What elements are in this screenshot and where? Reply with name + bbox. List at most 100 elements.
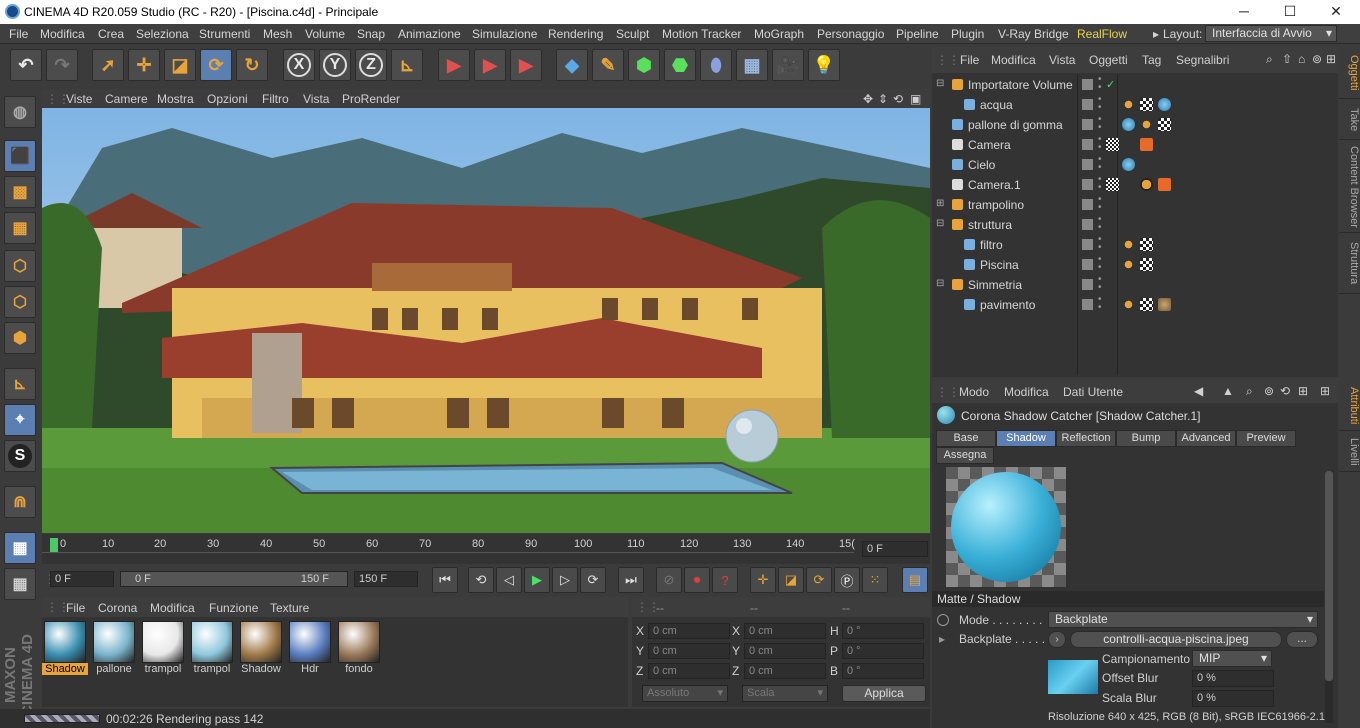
- viewport-render[interactable]: [42, 108, 930, 533]
- object-row[interactable]: Cielo • •: [932, 155, 1338, 175]
- layer-swatch-icon[interactable]: [1082, 299, 1093, 310]
- start-frame-field[interactable]: 0 F: [50, 571, 114, 587]
- maximize-viewport-icon[interactable]: ▣: [910, 92, 921, 106]
- mode-select[interactable]: Backplate ▾: [1048, 611, 1318, 628]
- layer-swatch-icon[interactable]: [1082, 259, 1093, 270]
- render-view-button[interactable]: ▶: [438, 49, 470, 81]
- object-menu-tag[interactable]: Tag: [1142, 53, 1161, 67]
- checker-tag-icon[interactable]: [1158, 118, 1171, 131]
- key-scale-button[interactable]: ◪: [778, 567, 804, 593]
- z-axis-button[interactable]: Z: [355, 49, 387, 81]
- deformer-button[interactable]: ⬮: [700, 49, 732, 81]
- key-rotation-button[interactable]: ⟳: [806, 567, 832, 593]
- floor-button[interactable]: ▦: [736, 49, 768, 81]
- material-swatch[interactable]: fondo: [336, 621, 382, 677]
- layer-swatch-icon[interactable]: [1082, 279, 1093, 290]
- coord-position-field[interactable]: 0 cm: [648, 663, 730, 679]
- menu-modifica[interactable]: Modifica: [40, 27, 85, 41]
- protection-tag-icon[interactable]: [1106, 178, 1119, 191]
- tab-advanced[interactable]: Advanced: [1176, 430, 1236, 447]
- browse-button[interactable]: ...: [1286, 631, 1318, 648]
- side-tab-take[interactable]: Take: [1339, 100, 1360, 140]
- expand-arrow-icon[interactable]: ▸: [939, 632, 945, 646]
- tweak-mode-button[interactable]: ⌖: [4, 404, 36, 436]
- side-tab-struttura[interactable]: Struttura: [1339, 234, 1360, 294]
- object-row[interactable]: ⊞ trampolino • •: [932, 195, 1338, 215]
- check-icon[interactable]: ✓: [1106, 78, 1119, 91]
- expand-toggle-icon[interactable]: ⊞: [936, 198, 944, 209]
- visibility-dots-icon[interactable]: • •: [1098, 295, 1102, 313]
- menu-motion-tracker[interactable]: Motion Tracker: [662, 27, 741, 41]
- menu-crea[interactable]: Crea: [98, 27, 124, 41]
- dots-tag-icon[interactable]: [1122, 98, 1135, 111]
- side-tab-livelli[interactable]: Livelli: [1339, 432, 1360, 472]
- floor-grid-button[interactable]: ▦: [4, 532, 36, 564]
- arrow-up-icon[interactable]: ▲: [1222, 384, 1234, 398]
- visibility-dots-icon[interactable]: • •: [1098, 115, 1102, 133]
- layer-swatch-icon[interactable]: [1082, 239, 1093, 250]
- viewport-menu-mostra[interactable]: Mostra: [157, 92, 194, 106]
- mode-radio[interactable]: [937, 614, 949, 626]
- texture-tag-icon[interactable]: [1158, 298, 1171, 311]
- object-row[interactable]: Camera • •: [932, 135, 1338, 155]
- attr-scrollbar[interactable]: [1325, 471, 1333, 723]
- menu-personaggio[interactable]: Personaggio: [817, 27, 884, 41]
- visibility-dots-icon[interactable]: • •: [1098, 135, 1102, 153]
- coord-mode-select[interactable]: Assoluto ▾: [642, 685, 728, 702]
- tab-preview[interactable]: Preview: [1236, 430, 1296, 447]
- pen-button[interactable]: ✎: [592, 49, 624, 81]
- apply-button[interactable]: Applica: [842, 685, 926, 702]
- key-pla-button[interactable]: ⁙: [862, 567, 888, 593]
- timeline[interactable]: 0 10 20 30 40 50 60 70 80 90 100 110 120…: [42, 534, 930, 564]
- visibility-dots-icon[interactable]: • •: [1098, 255, 1102, 273]
- next-key-button[interactable]: ⟳: [580, 567, 606, 593]
- menu-sculpt[interactable]: Sculpt: [616, 27, 649, 41]
- array-button[interactable]: ⬣: [664, 49, 696, 81]
- magnet-button[interactable]: ⋒: [4, 486, 36, 518]
- layer-swatch-icon[interactable]: [1082, 99, 1093, 110]
- select-tool-button[interactable]: ➚: [92, 49, 124, 81]
- attr-menu-dati-utente[interactable]: Dati Utente: [1063, 385, 1123, 399]
- viewport-menu-vista[interactable]: Vista: [303, 92, 329, 106]
- go-to-end-button[interactable]: ⏭: [618, 567, 644, 593]
- no-tag-icon[interactable]: [1140, 178, 1153, 191]
- menu-volume[interactable]: Volume: [305, 27, 345, 41]
- move-tool-button[interactable]: ✛: [128, 49, 160, 81]
- coord-size-field[interactable]: 0 cm: [744, 623, 826, 639]
- coord-position-field[interactable]: 0 cm: [648, 643, 730, 659]
- menu-rendering[interactable]: Rendering: [548, 27, 603, 41]
- render-settings-button[interactable]: ▶: [510, 49, 542, 81]
- camera-tag-icon[interactable]: [1158, 178, 1171, 191]
- frame-range-slider[interactable]: 0 F 150 F: [120, 571, 348, 587]
- globe-tool-button[interactable]: ◍: [4, 96, 36, 128]
- material-swatch[interactable]: Shadow: [42, 621, 88, 677]
- material-swatch[interactable]: pallone: [91, 621, 137, 677]
- add-panel-icon[interactable]: ⊞: [1320, 384, 1330, 398]
- attr-menu-modifica[interactable]: Modifica: [1004, 385, 1049, 399]
- viewport-menu-camere[interactable]: Camere: [105, 92, 148, 106]
- coord-position-field[interactable]: 0 cm: [648, 623, 730, 639]
- material-swatch[interactable]: Hdr: [287, 621, 333, 677]
- next-frame-button[interactable]: ▷: [552, 567, 578, 593]
- coord-size-field[interactable]: 0 cm: [744, 663, 826, 679]
- search-icon[interactable]: ⌕: [1266, 52, 1273, 67]
- camera-tag-icon[interactable]: [1140, 138, 1153, 151]
- arrow-left-icon[interactable]: ◀: [1194, 384, 1203, 398]
- dots-tag-icon[interactable]: [1122, 238, 1135, 251]
- object-menu-oggetti[interactable]: Oggetti: [1089, 53, 1128, 67]
- material-menu-modifica[interactable]: Modifica: [150, 601, 195, 615]
- add-panel-icon[interactable]: ⊞: [1326, 52, 1336, 66]
- key-position-button[interactable]: ✛: [750, 567, 776, 593]
- offset-blur-field[interactable]: 0 %: [1192, 670, 1274, 687]
- tab-shadow[interactable]: Shadow: [996, 430, 1056, 447]
- visibility-dots-icon[interactable]: • •: [1098, 215, 1102, 233]
- object-row[interactable]: filtro • •: [932, 235, 1338, 255]
- visibility-dots-icon[interactable]: • •: [1098, 155, 1102, 173]
- expand-toggle-icon[interactable]: ⊟: [936, 278, 944, 289]
- workplane-button[interactable]: ▦: [4, 212, 36, 244]
- checker-tag-icon[interactable]: [1140, 238, 1153, 251]
- object-menu-file[interactable]: File: [960, 53, 979, 67]
- tab-assegna[interactable]: Assegna: [936, 447, 994, 464]
- go-to-start-button[interactable]: ⏮: [432, 567, 458, 593]
- layer-swatch-icon[interactable]: [1082, 139, 1093, 150]
